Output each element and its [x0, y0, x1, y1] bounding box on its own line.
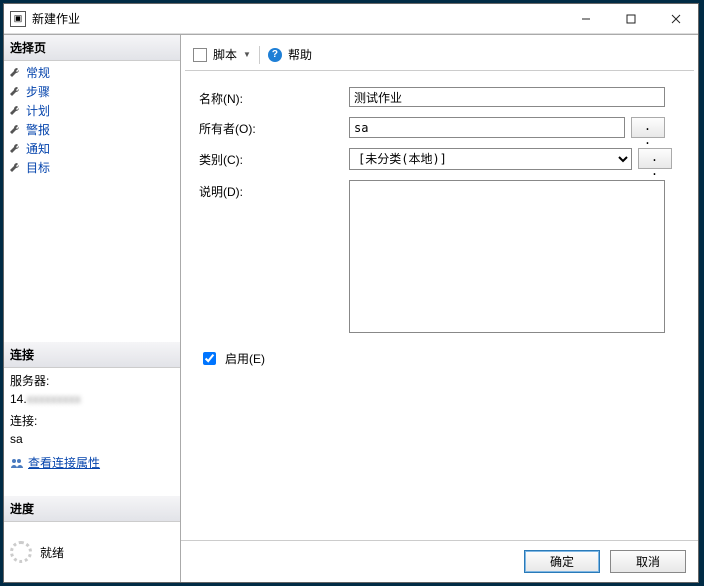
connection-header: 连接 [4, 342, 180, 368]
wrench-icon [8, 66, 22, 80]
select-page-header: 选择页 [4, 35, 180, 61]
close-button[interactable] [653, 4, 698, 33]
owner-input[interactable] [349, 117, 625, 138]
page-item-steps[interactable]: 步骤 [4, 82, 180, 101]
script-button[interactable]: 脚本 [213, 46, 237, 63]
footer: 确定 取消 [181, 540, 698, 582]
connection-value: sa [10, 430, 174, 448]
wrench-icon [8, 161, 22, 175]
connection-label: 连接: [10, 412, 174, 430]
page-item-schedules[interactable]: 计划 [4, 101, 180, 120]
description-input[interactable] [349, 180, 665, 333]
server-value: 14. [10, 392, 27, 406]
name-label: 名称(N): [199, 87, 349, 107]
people-icon [10, 457, 24, 469]
category-label: 类别(C): [199, 148, 349, 168]
sidebar: 选择页 常规 步骤 计划 警报 [4, 35, 181, 582]
help-button[interactable]: 帮助 [288, 46, 312, 63]
page-list: 常规 步骤 计划 警报 通知 [4, 61, 180, 179]
category-browse-button[interactable]: . . . [638, 148, 672, 169]
separator [259, 46, 260, 64]
progress-status: 就绪 [40, 544, 64, 561]
owner-label: 所有者(O): [199, 117, 349, 137]
wrench-icon [8, 123, 22, 137]
script-icon [193, 48, 207, 62]
page-label: 目标 [26, 159, 50, 176]
app-icon: ▣ [10, 11, 26, 27]
server-label: 服务器: [10, 372, 174, 390]
progress-header: 进度 [4, 496, 180, 522]
cancel-button[interactable]: 取消 [610, 550, 686, 573]
new-job-dialog: ▣ 新建作业 选择页 常规 步骤 计划 [3, 3, 699, 583]
script-dropdown-icon[interactable]: ▼ [243, 50, 251, 59]
category-select[interactable]: [未分类(本地)] [349, 148, 632, 170]
main-panel: 脚本 ▼ ? 帮助 名称(N): 所有者(O): . . . [181, 35, 698, 582]
wrench-icon [8, 85, 22, 99]
ok-button[interactable]: 确定 [524, 550, 600, 573]
page-label: 计划 [26, 102, 50, 119]
name-input[interactable] [349, 87, 665, 107]
minimize-button[interactable] [563, 4, 608, 33]
maximize-button[interactable] [608, 4, 653, 33]
form: 名称(N): 所有者(O): . . . 类别(C): [181, 71, 698, 540]
owner-browse-button[interactable]: . . . [631, 117, 665, 138]
window-title: 新建作业 [32, 10, 563, 27]
help-icon: ? [268, 48, 282, 62]
page-label: 警报 [26, 121, 50, 138]
progress-block: 就绪 [4, 522, 180, 582]
page-item-general[interactable]: 常规 [4, 63, 180, 82]
toolbar: 脚本 ▼ ? 帮助 [185, 39, 694, 71]
view-connection-props-link[interactable]: 查看连接属性 [28, 454, 100, 472]
page-label: 常规 [26, 64, 50, 81]
page-item-notifications[interactable]: 通知 [4, 139, 180, 158]
page-item-alerts[interactable]: 警报 [4, 120, 180, 139]
enable-checkbox[interactable] [203, 352, 216, 365]
page-label: 通知 [26, 140, 50, 157]
spinner-icon [10, 541, 32, 563]
page-item-targets[interactable]: 目标 [4, 158, 180, 177]
wrench-icon [8, 142, 22, 156]
connection-info: 服务器: 14.xxxxxxxxx 连接: sa 查看连接属性 [4, 368, 180, 476]
page-label: 步骤 [26, 83, 50, 100]
wrench-icon [8, 104, 22, 118]
enable-label: 启用(E) [225, 350, 265, 367]
description-label: 说明(D): [199, 180, 349, 200]
titlebar[interactable]: ▣ 新建作业 [4, 4, 698, 34]
